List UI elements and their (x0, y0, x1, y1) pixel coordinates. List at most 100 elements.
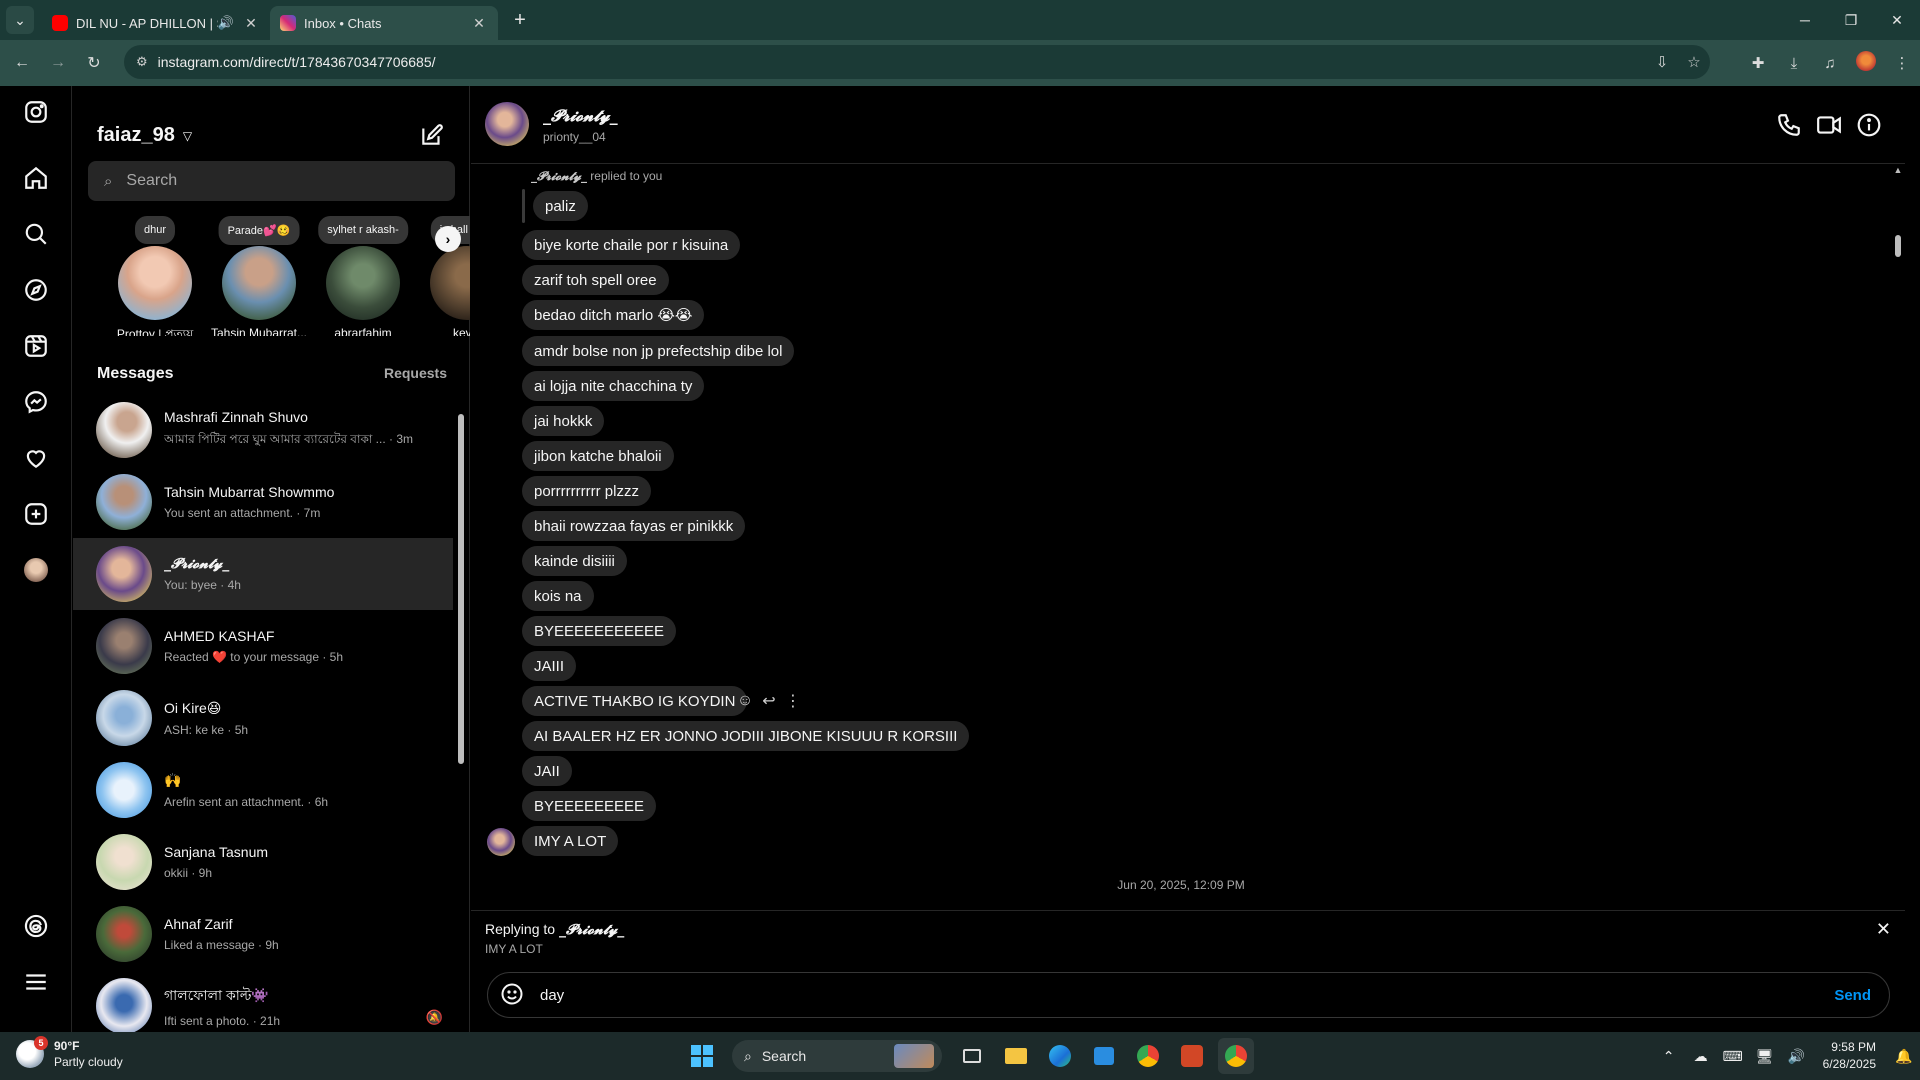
profile-avatar[interactable] (1848, 51, 1884, 75)
more-options-icon[interactable]: ⋮ (781, 691, 805, 711)
thread-item[interactable]: Oi Kire😆 ASH: ke ke · 5h (73, 682, 453, 754)
notifications-bell-icon[interactable]: 🔔 (1888, 1048, 1920, 1065)
account-switcher[interactable]: faiaz_98 ▽ (97, 124, 192, 147)
reload-icon[interactable]: ↻ (76, 45, 112, 81)
chrome-active-icon[interactable] (1218, 1038, 1254, 1074)
scrollbar-thumb[interactable] (1895, 235, 1901, 257)
more-menu-icon[interactable] (22, 968, 50, 996)
thread-item[interactable]: 🙌 Arefin sent an attachment. · 6h (73, 754, 453, 826)
downloads-icon[interactable]: ⤓ (1776, 55, 1812, 72)
instagram-logo-icon[interactable] (22, 98, 50, 126)
new-tab-button[interactable]: + (508, 9, 532, 32)
send-button[interactable]: Send (1834, 987, 1871, 1004)
message-input-value[interactable]: day (540, 987, 1834, 1004)
weather-widget[interactable]: 5 90°F Partly cloudy (16, 1036, 123, 1070)
message-bubble-hovered[interactable]: ACTIVE THAKBO IG KOYDIN (522, 686, 748, 716)
keyboard-icon[interactable]: ⌨ (1717, 1048, 1749, 1065)
reels-icon[interactable] (22, 332, 50, 360)
message-bubble[interactable]: IMY A LOT (522, 826, 619, 856)
emoji-picker-icon[interactable] (500, 982, 526, 1008)
audio-playing-icon[interactable]: 🔊 (218, 15, 234, 31)
windows-start-icon[interactable] (684, 1038, 720, 1074)
thread-item[interactable]: AHMED KASHAF Reacted ❤️ to your message ·… (73, 610, 453, 682)
message-bubble[interactable]: kois na (522, 581, 594, 611)
video-call-icon[interactable] (1816, 112, 1844, 140)
restore-icon[interactable]: ❐ (1828, 0, 1874, 40)
avatar[interactable] (487, 828, 515, 856)
thread-item[interactable]: Ahnaf Zarif Liked a message · 9h (73, 898, 453, 970)
file-explorer-icon[interactable] (998, 1038, 1034, 1074)
inbox-search-input[interactable]: ⌕ Search (88, 161, 455, 201)
message-bubble[interactable]: ai lojja nite chacchina ty (522, 371, 705, 401)
conversation-info-icon[interactable] (1856, 112, 1884, 140)
message-bubble[interactable]: porrrrrrrrrr plzzz (522, 476, 651, 506)
explore-icon[interactable] (22, 276, 50, 304)
reply-arrow-icon[interactable]: ↩ (757, 691, 781, 711)
notes-next-chevron-icon[interactable]: › (435, 226, 461, 252)
notifications-heart-icon[interactable] (22, 444, 50, 472)
tab-instagram[interactable]: Inbox • Chats ✕ (270, 6, 498, 40)
bookmark-star-icon[interactable]: ☆ (1678, 53, 1710, 71)
message-bubble[interactable]: biye korte chaile por r kisuina (522, 230, 741, 260)
media-controls-icon[interactable]: ♫ (1812, 55, 1848, 72)
close-window-icon[interactable]: ✕ (1874, 0, 1920, 40)
chrome-icon[interactable] (1130, 1038, 1166, 1074)
address-bar[interactable]: ⚙ instagram.com/direct/t/178436703477066… (124, 45, 1710, 79)
thread-scrollbar[interactable]: ▲ ▼ (1892, 165, 1904, 1001)
react-emoji-icon[interactable]: ☺ (733, 692, 757, 710)
new-message-icon[interactable] (419, 122, 447, 150)
message-bubble[interactable]: BYEEEEEEEEEEE (522, 616, 677, 646)
avatar[interactable] (485, 102, 529, 146)
voice-call-icon[interactable] (1776, 112, 1804, 140)
message-bubble[interactable]: bhaii rowzzaa fayas er pinikkk (522, 511, 746, 541)
volume-icon[interactable]: 🔊 (1781, 1048, 1813, 1065)
minimize-icon[interactable]: ─ (1782, 0, 1828, 40)
install-app-icon[interactable]: ⇩ (1646, 53, 1678, 71)
message-bubble[interactable]: kainde disiiii (522, 546, 627, 576)
powerpoint-icon[interactable] (1174, 1038, 1210, 1074)
thread-item[interactable]: গালফোলা কাল্ট👾 Ifti sent a photo. · 21h 🔕 (73, 970, 453, 1032)
message-bubble[interactable]: BYEEEEEEEEE (522, 791, 657, 821)
back-icon[interactable]: ← (4, 45, 40, 81)
tab-youtube[interactable]: DIL NU - AP DHILLON | SHI 🔊 ✕ (42, 6, 270, 40)
message-bubble[interactable]: jibon katche bhaloii (522, 441, 674, 471)
site-info-icon[interactable]: ⚙ (136, 54, 148, 70)
scroll-up-arrow-icon[interactable]: ▲ (1892, 165, 1904, 175)
message-bubble[interactable]: AI BAALER HZ ER JONNO JODIII JIBONE KISU… (522, 721, 970, 751)
contact-display-name[interactable]: _𝓟𝓻𝓲𝓸𝓷𝓽𝔂_ (543, 106, 618, 126)
thread-item[interactable]: Mashrafi Zinnah Shuvo আমার পিটির পরে ঘুম … (73, 394, 453, 466)
quoted-message[interactable]: paliz (533, 191, 588, 221)
close-tab-icon[interactable]: ✕ (242, 15, 260, 32)
taskbar-search[interactable]: ⌕ Search (732, 1040, 942, 1072)
thread-item[interactable]: Sanjana Tasnum okkii · 9h (73, 826, 453, 898)
message-bubble[interactable]: JAII (522, 756, 572, 786)
search-icon[interactable] (22, 220, 50, 248)
home-icon[interactable] (22, 164, 50, 192)
tab-search-button[interactable]: ⌄ (6, 6, 34, 34)
scrollbar-thumb[interactable] (458, 414, 464, 764)
message-bubble[interactable]: amdr bolse non jp prefectship dibe lol (522, 336, 795, 366)
network-icon[interactable]: 🖥 (1749, 1048, 1781, 1065)
thread-item-selected[interactable]: _𝓟𝓻𝓲𝓸𝓷𝓽𝔂_ You: byee · 4h (73, 538, 453, 610)
message-bubble[interactable]: JAIII (522, 651, 577, 681)
url-text[interactable]: instagram.com/direct/t/17843670347706685… (158, 54, 1646, 70)
message-bubble[interactable]: jai hokkk (522, 406, 605, 436)
requests-link[interactable]: Requests (384, 365, 447, 383)
thread-item[interactable]: Tahsin Mubarrat Showmmo You sent an attac… (73, 466, 453, 538)
menu-kebab-icon[interactable]: ⋮ (1884, 54, 1920, 72)
edge-browser-icon[interactable] (1042, 1038, 1078, 1074)
onedrive-off-icon[interactable]: ☁ (1685, 1048, 1717, 1065)
system-clock[interactable]: 9:58 PM 6/28/2025 (1823, 1039, 1876, 1073)
message-input[interactable]: day Send (487, 972, 1890, 1018)
message-bubble[interactable]: zarif toh spell oree (522, 265, 669, 295)
extensions-icon[interactable]: ✚ (1740, 54, 1776, 72)
task-view-icon[interactable] (954, 1038, 990, 1074)
message-bubble[interactable]: bedao ditch marlo 😭😭 (522, 300, 705, 330)
profile-avatar[interactable] (22, 556, 50, 584)
threads-icon[interactable] (22, 912, 50, 940)
create-icon[interactable] (22, 500, 50, 528)
messenger-icon[interactable] (22, 388, 50, 416)
close-tab-icon[interactable]: ✕ (470, 15, 488, 32)
forward-icon[interactable]: → (40, 45, 76, 81)
thread-list-scrollbar[interactable] (456, 394, 466, 1032)
